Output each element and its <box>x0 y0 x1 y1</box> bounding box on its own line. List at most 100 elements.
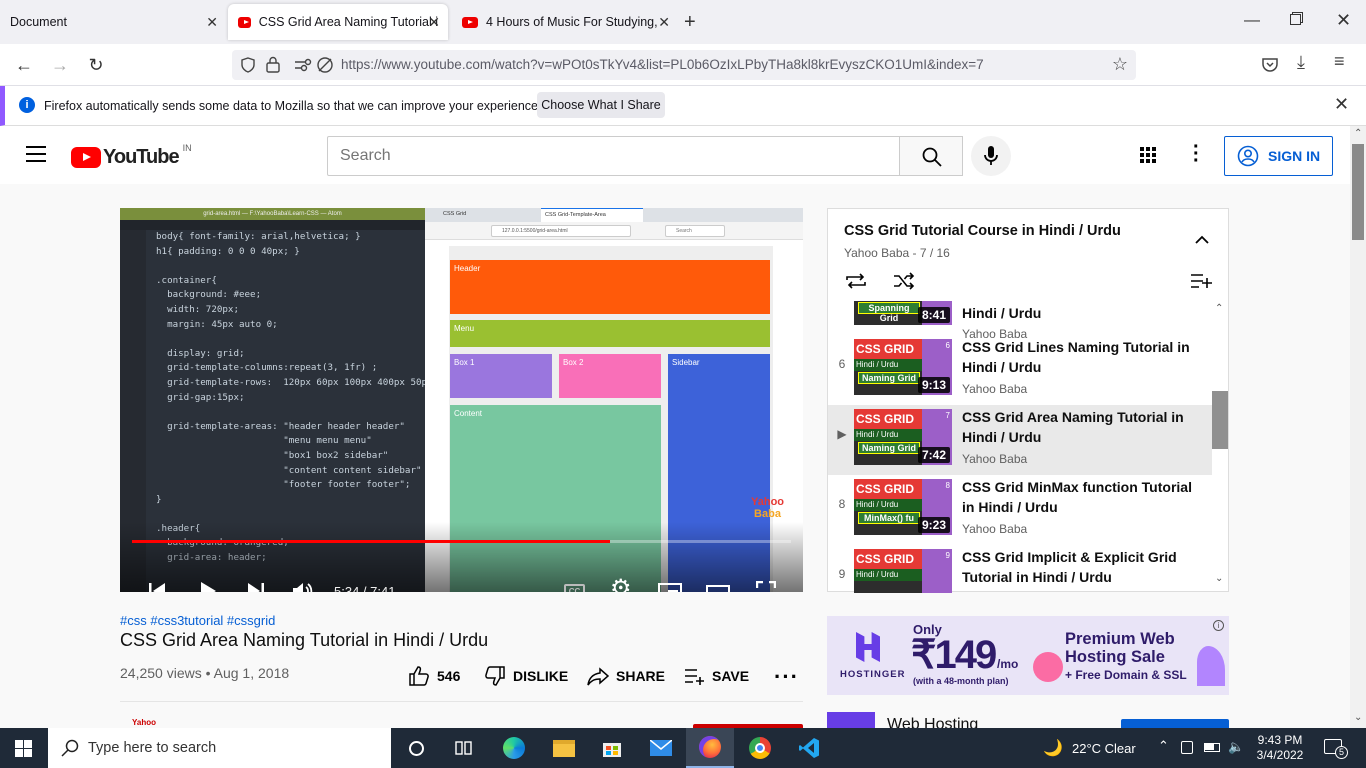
scroll-thumb[interactable] <box>1212 391 1228 449</box>
next-icon[interactable] <box>247 582 265 592</box>
playlist-scrollbar[interactable]: ⌃ ⌄ <box>1212 301 1228 591</box>
playlist-item[interactable]: 9 CSS GRID Hindi / Urdu 9 CSS Grid Implicit … <box>839 545 1212 593</box>
video-thumbnail[interactable]: CSS GRIDHindi / UrduSpanning Grid8:41 <box>854 301 952 325</box>
scroll-thumb[interactable] <box>1352 144 1364 240</box>
theater-mode-icon[interactable] <box>706 585 730 592</box>
playlist-item-title[interactable]: Hindi / Urdu <box>962 303 1202 323</box>
channel-avatar[interactable]: Yahoo <box>132 718 156 727</box>
next-ad-title[interactable]: Web Hosting <box>887 716 978 728</box>
notification-center-icon[interactable]: 5 <box>1324 739 1348 759</box>
playlist-item[interactable]: 6 CSS GRID Hindi / Urdu Naming Grid 6 9:13 CSS… <box>839 335 1212 405</box>
close-icon[interactable]: ✕ <box>206 14 218 31</box>
close-icon[interactable]: ✕ <box>658 14 670 31</box>
clock[interactable]: 9:43 PM 3/4/2022 <box>1255 733 1305 763</box>
new-tab-icon[interactable]: + <box>684 11 696 34</box>
scroll-up-icon[interactable]: ⌃ <box>1354 128 1362 139</box>
url-bar[interactable]: https://www.youtube.com/watch?v=wPOt0sTk… <box>232 50 1136 80</box>
more-options-icon[interactable]: · · · <box>1193 137 1200 171</box>
weather-moon-icon[interactable]: 🌙 <box>1043 738 1063 758</box>
youtube-logo[interactable]: YouTube IN <box>71 143 192 169</box>
scroll-down-icon[interactable]: ⌄ <box>1215 573 1223 584</box>
video-thumbnail[interactable]: CSS GRID Hindi / Urdu MinMax() fu 8 9:23 <box>854 479 952 535</box>
task-view-icon[interactable] <box>440 728 488 768</box>
permissions-icon[interactable] <box>294 58 312 72</box>
video-hashtags[interactable]: #css #css3tutorial #cssgrid <box>120 613 275 628</box>
ad-cta-button[interactable] <box>1121 719 1229 728</box>
menu-icon[interactable]: ≡ <box>1334 51 1345 72</box>
store-icon[interactable] <box>588 728 636 768</box>
window-close-icon[interactable]: ✕ <box>1336 10 1351 31</box>
playlist-item[interactable]: 5CSS GRIDHindi / UrduSpanning Grid8:41Hi… <box>854 301 1212 341</box>
playlist-item[interactable]: 8 CSS GRID Hindi / Urdu MinMax() fu 8 9:23 CSS… <box>839 475 1212 545</box>
downloads-icon[interactable]: ⤓ <box>1297 52 1305 73</box>
video-thumbnail[interactable]: CSS GRID Hindi / Urdu 9 <box>854 549 952 593</box>
save-playlist-icon[interactable] <box>1190 272 1212 290</box>
choose-what-i-share-button[interactable]: Choose What I Share <box>537 92 665 118</box>
progress-bar[interactable] <box>132 540 791 543</box>
share-button[interactable]: SHARE <box>587 665 665 687</box>
save-button[interactable]: SAVE <box>684 665 749 687</box>
apps-grid-icon[interactable] <box>1140 147 1156 163</box>
weather-text[interactable]: 22°C Clear <box>1072 741 1136 756</box>
scroll-down-icon[interactable]: ⌄ <box>1354 712 1362 723</box>
vscode-icon[interactable] <box>785 728 833 768</box>
back-icon[interactable]: ← <box>12 53 36 77</box>
playlist-item-title[interactable]: CSS Grid Lines Naming Tutorial in Hindi … <box>962 337 1202 377</box>
bookmark-star-icon[interactable]: ☆ <box>1112 54 1128 75</box>
hamburger-menu-icon[interactable] <box>26 146 46 162</box>
pocket-icon[interactable] <box>1261 57 1279 73</box>
fullscreen-icon[interactable] <box>756 581 776 592</box>
ad-info-icon[interactable]: i <box>1213 620 1224 631</box>
mail-icon[interactable] <box>637 728 685 768</box>
play-icon[interactable] <box>198 581 218 592</box>
loop-icon[interactable] <box>844 272 868 290</box>
ad-banner[interactable]: HOSTINGER Only ₹149 /mo (with a 48-month… <box>827 616 1229 695</box>
windows-start-icon[interactable] <box>15 740 32 757</box>
more-actions-icon[interactable]: ··· <box>774 664 799 690</box>
search-input[interactable]: Search <box>327 136 900 176</box>
like-button[interactable]: 546 <box>408 665 460 687</box>
file-explorer-icon[interactable] <box>540 728 588 768</box>
lock-icon[interactable] <box>266 56 280 73</box>
forward-icon[interactable]: → <box>48 53 72 77</box>
firefox-icon[interactable] <box>686 728 734 768</box>
voice-search-button[interactable] <box>971 136 1011 176</box>
sign-in-button[interactable]: SIGN IN <box>1224 136 1333 176</box>
playlist-item-title[interactable]: CSS Grid Area Naming Tutorial in Hindi /… <box>962 407 1202 447</box>
reload-icon[interactable]: ↻ <box>84 53 108 77</box>
playlist-item-title[interactable]: CSS Grid Implicit & Explicit Grid Tutori… <box>962 547 1202 587</box>
close-icon[interactable]: ✕ <box>428 14 440 31</box>
captions-icon[interactable]: CC <box>564 584 585 592</box>
collapse-chevron-icon[interactable] <box>1195 235 1209 244</box>
autoplay-blocked-icon[interactable] <box>316 56 334 74</box>
meet-now-icon[interactable] <box>1181 741 1193 754</box>
dislike-button[interactable]: DISLIKE <box>484 665 568 687</box>
speaker-icon[interactable]: 🔈 <box>1228 739 1244 755</box>
tab-document[interactable]: Document ✕ <box>0 0 226 44</box>
previous-icon[interactable] <box>148 582 166 592</box>
taskbar-search-box[interactable]: Type here to search <box>48 728 391 768</box>
playlist-item-title[interactable]: CSS Grid MinMax function Tutorial in Hin… <box>962 477 1202 517</box>
settings-gear-icon[interactable]: ⚙ <box>610 577 632 593</box>
tab-css-grid-video[interactable]: CSS Grid Area Naming Tutorial i ✕ <box>228 4 448 40</box>
scroll-up-icon[interactable]: ⌃ <box>1215 303 1223 314</box>
restore-icon[interactable] <box>1290 14 1301 25</box>
search-button[interactable] <box>899 136 963 176</box>
shield-icon[interactable] <box>240 57 256 73</box>
url-text[interactable]: https://www.youtube.com/watch?v=wPOt0sTk… <box>341 57 984 72</box>
video-player[interactable]: grid-area.html — F:\YahooBaba\Learn-CSS … <box>120 208 803 592</box>
chrome-icon[interactable] <box>736 728 784 768</box>
minimize-icon[interactable]: — <box>1244 12 1260 30</box>
video-thumbnail[interactable]: CSS GRID Hindi / Urdu Naming Grid 7 7:42 <box>854 409 952 465</box>
playlist-item-current[interactable]: ▶ CSS GRID Hindi / Urdu Naming Grid 7 7:42 CSS… <box>828 405 1212 475</box>
edge-icon[interactable] <box>490 728 538 768</box>
playlist-title[interactable]: CSS Grid Tutorial Course in Hindi / Urdu <box>844 223 1121 239</box>
miniplayer-icon[interactable] <box>658 583 682 592</box>
tab-music[interactable]: 4 Hours of Music For Studying, ✕ <box>452 0 678 44</box>
close-icon[interactable]: ✕ <box>1334 94 1349 115</box>
shuffle-icon[interactable] <box>893 272 915 290</box>
volume-icon[interactable] <box>292 581 314 592</box>
battery-icon[interactable] <box>1204 743 1220 752</box>
cortana-icon[interactable] <box>392 728 440 768</box>
video-thumbnail[interactable]: CSS GRID Hindi / Urdu Naming Grid 6 9:13 <box>854 339 952 395</box>
